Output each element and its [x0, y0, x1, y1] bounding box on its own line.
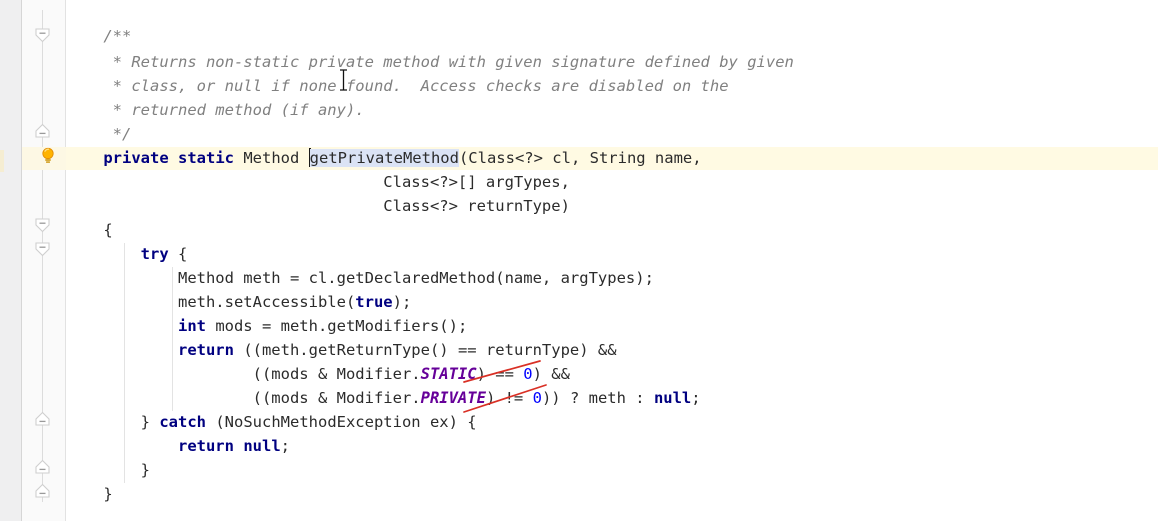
token-number: 0 [532, 389, 542, 407]
token-plain: (Class<?> cl, String name, [458, 149, 702, 167]
token-plain: Class<?> returnType) [66, 197, 570, 215]
token-const: PRIVATE [420, 389, 486, 407]
code-line-7[interactable]: Class<?>[] argTypes, [66, 171, 570, 195]
fold-region-class-end[interactable] [33, 483, 52, 498]
fold-region-try-end[interactable] [33, 411, 52, 426]
token-keyword: private [103, 149, 169, 167]
mouse-ibeam-cursor [340, 69, 347, 91]
token-keyword: null [243, 437, 281, 455]
token-plain: Class<?>[] argTypes, [66, 173, 570, 191]
token-plain: ; [691, 389, 701, 407]
code-line-10[interactable]: try { [66, 243, 188, 267]
fold-region-method-start[interactable] [33, 218, 52, 233]
token-plain: ((meth.getReturnType() == returnType) && [233, 341, 617, 359]
code-line-5[interactable]: */ [66, 123, 132, 147]
fold-region-strip[interactable] [22, 0, 66, 521]
token-plain: } [66, 461, 150, 479]
token-plain: ) && [532, 365, 570, 383]
token-plain: meth.setAccessible( [66, 293, 356, 311]
token-plain: mods = meth.getModifiers(); [205, 317, 468, 335]
token-comment: /** [66, 27, 132, 45]
token-plain: Method [234, 149, 309, 167]
token-comment: * Returns non-static private method with… [66, 53, 794, 71]
token-plain: } [66, 413, 160, 431]
token-plain: (NoSuchMethodException ex) { [206, 413, 477, 431]
token-const: STATIC [420, 365, 477, 383]
code-line-16[interactable]: ((mods & Modifier.PRIVATE) != 0)) ? meth… [66, 387, 701, 411]
token-number: 0 [523, 365, 533, 383]
code-line-14[interactable]: return ((meth.getReturnType() == returnT… [66, 339, 617, 363]
code-editor[interactable]: /** * Returns non-static private method … [0, 0, 1158, 521]
token-plain: ((mods & Modifier. [66, 365, 421, 383]
editor-gutter[interactable] [0, 0, 22, 521]
token-plain: } [66, 485, 113, 503]
code-line-8[interactable]: Class<?> returnType) [66, 195, 570, 219]
code-line-20[interactable]: } [66, 483, 113, 507]
code-line-13[interactable]: int mods = meth.getModifiers(); [66, 315, 467, 339]
code-surface[interactable]: /** * Returns non-static private method … [66, 0, 1158, 521]
code-line-1[interactable]: /** [66, 25, 131, 49]
token-plain: ; [280, 437, 290, 455]
token-plain: ((mods & Modifier. [66, 389, 421, 407]
token-plain: ); [392, 293, 412, 311]
token-plain: ) != [485, 389, 533, 407]
token-highlight: getPrivateMethod [309, 149, 459, 167]
token-keyword: catch [159, 413, 206, 431]
token-keyword: try [140, 245, 169, 263]
code-line-12[interactable]: meth.setAccessible(true); [66, 291, 411, 315]
code-line-3[interactable]: * class, or null if none found. Access c… [66, 75, 729, 99]
code-line-17[interactable]: } catch (NoSuchMethodException ex) { [66, 411, 477, 435]
code-line-15[interactable]: ((mods & Modifier.STATIC) == 0) && [66, 363, 570, 387]
token-comment: */ [66, 125, 132, 143]
token-keyword: static [178, 149, 234, 167]
code-line-18[interactable]: return null; [66, 435, 290, 459]
token-plain: { [168, 245, 188, 263]
code-line-11[interactable]: Method meth = cl.getDeclaredMethod(name,… [66, 267, 654, 291]
code-line-2[interactable]: * Returns non-static private method with… [66, 51, 794, 75]
token-keyword: return [177, 341, 234, 359]
intention-bulb-icon[interactable] [38, 146, 58, 166]
token-keyword: return [177, 437, 234, 455]
token-comment: * class, or null if none found. Access c… [66, 77, 729, 95]
fold-region-javadoc-end[interactable] [33, 123, 52, 138]
fold-region-method-end[interactable] [33, 459, 52, 474]
token-keyword: true [355, 293, 393, 311]
code-line-6[interactable]: private static Method getPrivateMethod(C… [66, 147, 702, 171]
token-comment: * returned method (if any). [66, 101, 365, 119]
fold-region-try-start[interactable] [33, 242, 52, 257]
fold-region-javadoc-start[interactable] [33, 28, 52, 43]
code-line-4[interactable]: * returned method (if any). [66, 99, 365, 123]
token-plain: Method meth = cl.getDeclaredMethod(name,… [66, 269, 654, 287]
token-plain: { [66, 221, 113, 239]
token-keyword: null [653, 389, 692, 407]
gutter-caret-line-marker [0, 150, 4, 172]
code-line-19[interactable]: } [66, 459, 150, 483]
token-plain: )) ? meth : [541, 389, 654, 407]
token-keyword: int [177, 317, 206, 335]
token-plain: ) == [476, 365, 524, 383]
code-line-9[interactable]: { [66, 219, 113, 243]
